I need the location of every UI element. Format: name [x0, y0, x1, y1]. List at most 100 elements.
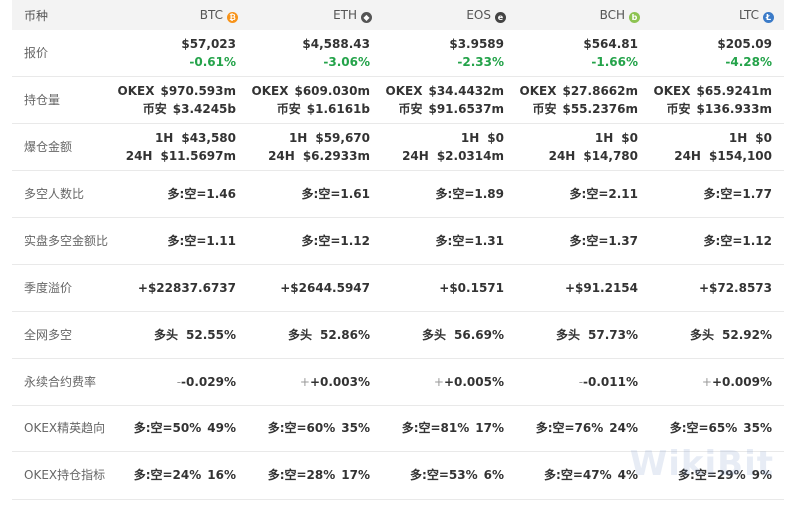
net-long-tag: 多头 [422, 327, 447, 342]
price-change: -4.28% [725, 54, 772, 69]
net-long-pct: 57.73% [588, 327, 638, 342]
okex-oi: OKEX $65.9241m [654, 84, 772, 98]
row-ls-amount: 实盘多空金额比 多:空=1.11 多:空=1.12 多:空=1.31 多:空=1.37 多… [12, 217, 784, 265]
cell-bch: 多:空=2.11 [516, 170, 650, 218]
elite-trend: 多:空=65% 35% [670, 421, 772, 435]
elite-trend: 多:空=81% 17% [402, 421, 504, 435]
coin-header-ltc[interactable]: LTC Ł [650, 0, 784, 30]
oi-index: 多:空=28% 17% [268, 468, 370, 482]
cell-eos: 多:空=81% 17% [382, 405, 516, 452]
binance-oi-value: $55.2376m [562, 101, 638, 116]
price-change: -3.06% [323, 54, 370, 69]
liq-1h-value: $0 [755, 130, 772, 145]
row-label: OKEX持仓指标 [12, 451, 114, 500]
binance-oi-value: $136.933m [696, 101, 772, 116]
oi-index-pct: 16% [207, 468, 236, 482]
cell-ltc: 多:空=1.12 [650, 217, 784, 265]
cell-btc: --0.029% [114, 358, 248, 406]
binance-label: 币安 [142, 101, 167, 116]
elite-pct: 35% [341, 421, 370, 435]
liq-1h: 1H $0 [595, 131, 638, 145]
funding-rate: +0.009% [711, 374, 772, 389]
price-value: $564.81 [583, 36, 638, 51]
binance-oi: 币安 $91.6537m [398, 102, 504, 116]
row-label: 永续合约费率 [12, 358, 114, 406]
funding-rate: +0.003% [309, 374, 370, 389]
cell-ltc: 多:空=65% 35% [650, 405, 784, 452]
coin-header-bch[interactable]: BCH b [516, 0, 650, 30]
okex-oi: OKEX $609.030m [252, 84, 370, 98]
funding-sign: + [701, 374, 712, 389]
oi-index-ratio: 多:空=47% [544, 468, 612, 482]
net-long-tag: 多头 [690, 327, 715, 342]
price-change: -1.66% [591, 54, 638, 69]
funding-rate: -0.029% [181, 374, 236, 389]
binance-label: 币安 [276, 101, 301, 116]
row-net-ls: 全网多空 多头 52.55% 多头 52.86% 多头 56.69% 多头 57.73% 多头 52… [12, 311, 784, 359]
liq-1h-label: 1H [288, 130, 308, 145]
cell-ltc: 多头 52.92% [650, 311, 784, 359]
cell-bch: 多:空=1.37 [516, 217, 650, 265]
row-label: 全网多空 [12, 311, 114, 359]
liq-1h-label: 1H [460, 130, 480, 145]
elite-ratio: 多:空=65% [669, 421, 738, 435]
liq-24h-label: 24H [125, 148, 153, 163]
elite-pct: 35% [743, 421, 772, 435]
liq-24h: 24H $11.5697m [126, 149, 236, 163]
crypto-data-table: 币种 BTC ₿ ETH ◆ EOS e BCH b LTC Ł 报价 $57,023 -0.… [12, 0, 784, 500]
liq-1h: 1H $43,580 [155, 131, 236, 145]
okex-oi-value: $970.593m [160, 83, 236, 98]
oi-index: 多:空=53% 6% [410, 468, 504, 482]
liq-1h-label: 1H [728, 130, 748, 145]
header-label: 币种 [12, 0, 114, 30]
oi-index: 多:空=24% 16% [134, 468, 236, 482]
okex-oi: OKEX $970.593m [118, 84, 236, 98]
price-value: $205.09 [717, 36, 772, 51]
row-elite: OKEX精英趋向 多:空=50% 49% 多:空=60% 35% 多:空=81% 17% 多:… [12, 405, 784, 452]
cell-eos: 多:空=1.89 [382, 170, 516, 218]
okex-oi: OKEX $34.4432m [386, 84, 504, 98]
row-funding: 永续合约费率 --0.029% ++0.003% ++0.005% --0.011% ++… [12, 358, 784, 406]
oi-index-ratio: 多:空=53% [410, 468, 478, 482]
cell-btc: 多:空=1.46 [114, 170, 248, 218]
cell-btc: OKEX $970.593m 币安 $3.4245b [114, 76, 248, 124]
okex-label: OKEX [385, 83, 423, 98]
okex-label: OKEX [117, 83, 155, 98]
cell-btc: $57,023 -0.61% [114, 30, 248, 77]
liq-24h-value: $14,780 [583, 148, 638, 163]
net-long-tag: 多头 [556, 327, 581, 342]
net-long-pct: 52.86% [320, 327, 370, 342]
row-label: OKEX精英趋向 [12, 405, 114, 452]
cell-eos: 多:空=53% 6% [382, 451, 516, 500]
cell-bch: $564.81 -1.66% [516, 30, 650, 77]
cell-bch: OKEX $27.8662m 币安 $55.2376m [516, 76, 650, 124]
row-label: 报价 [12, 30, 114, 77]
funding-rate: -0.011% [583, 374, 638, 389]
cell-eth: $4,588.43 -3.06% [248, 30, 382, 77]
binance-label: 币安 [532, 101, 557, 116]
funding-sign: + [299, 374, 310, 389]
binance-oi-value: $91.6537m [428, 101, 504, 116]
coin-header-eth[interactable]: ETH ◆ [248, 0, 382, 30]
coin-header-eos[interactable]: EOS e [382, 0, 516, 30]
net-long: 多头 52.55% [154, 328, 236, 342]
coin-header-btc[interactable]: BTC ₿ [114, 0, 248, 30]
binance-oi-value: $3.4245b [172, 101, 236, 116]
cell-ltc: 1H $0 24H $154,100 [650, 123, 784, 171]
net-long-tag: 多头 [154, 327, 179, 342]
oi-index-pct: 9% [751, 468, 772, 482]
row-label: 实盘多空金额比 [12, 217, 114, 265]
cell-btc: 多:空=24% 16% [114, 451, 248, 500]
net-long-tag: 多头 [288, 327, 313, 342]
price-value: $3.9589 [449, 36, 504, 51]
cell-eth: 多:空=1.12 [248, 217, 382, 265]
liq-1h-value: $59,670 [315, 130, 370, 145]
cell-btc: 1H $43,580 24H $11.5697m [114, 123, 248, 171]
liq-24h: 24H $6.2933m [268, 149, 370, 163]
cell-eos: 多:空=1.31 [382, 217, 516, 265]
oi-index: 多:空=47% 4% [544, 468, 638, 482]
cell-eth: 多:空=28% 17% [248, 451, 382, 500]
cell-eth: 多:空=1.61 [248, 170, 382, 218]
binance-oi: 币安 $1.6161b [277, 102, 370, 116]
cell-eos: 多头 56.69% [382, 311, 516, 359]
